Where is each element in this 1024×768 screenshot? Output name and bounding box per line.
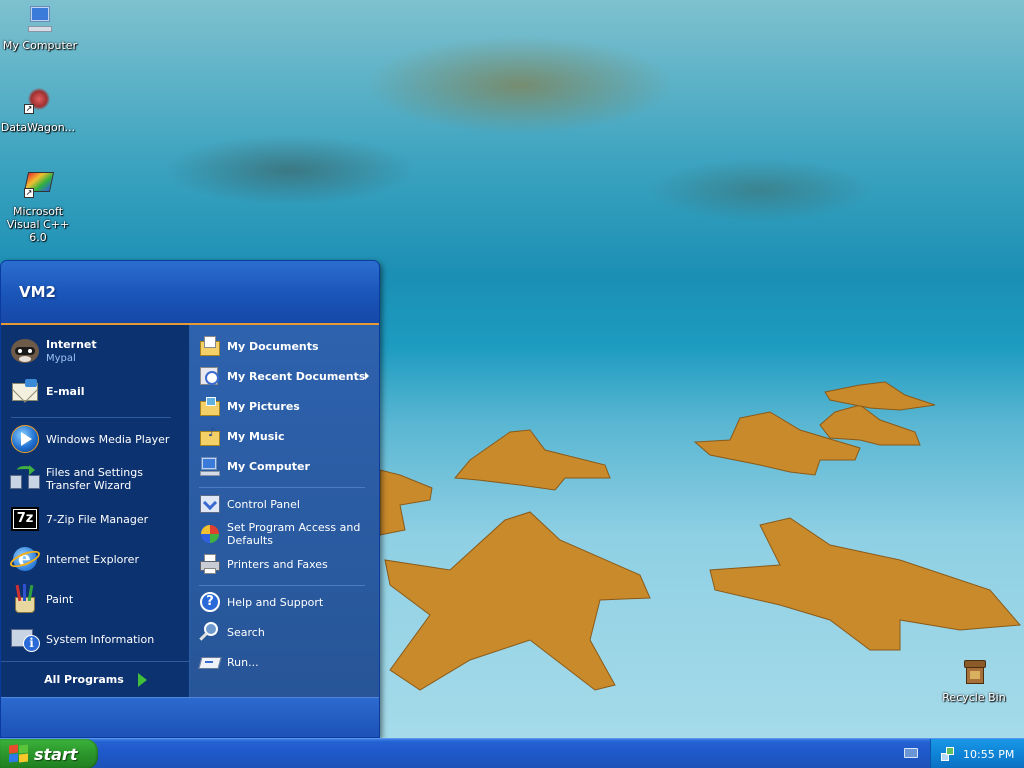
recent-documents-icon [199,365,221,387]
program-item-internet-explorer[interactable]: e Internet Explorer [7,543,185,575]
folder-documents-icon [199,335,221,357]
browser-raccoon-icon [9,335,41,367]
printer-icon [199,553,221,575]
taskbar: start 10:55 PM [0,738,1024,768]
pinned-sublabel: Mypal [46,352,76,364]
program-label: Internet Explorer [46,552,139,566]
pinned-item-internet[interactable]: Internet Mypal [9,335,185,367]
7zip-icon: 7z [9,503,41,535]
program-label: Windows Media Player [46,432,170,446]
control-panel-icon [199,493,221,515]
desktop-icon-datawagon[interactable]: ↗ DataWagon... [0,86,78,134]
paint-icon [9,583,41,615]
desktop-icon-label: Recycle Bin [942,691,1006,704]
run[interactable]: Run... [198,651,377,673]
help-icon: ? [199,591,221,613]
program-access-icon [199,523,221,545]
desktop-icon-my-computer[interactable]: My Computer [0,4,80,52]
all-programs-button[interactable]: All Programs [1,661,190,697]
help-label: Help and Support [227,595,324,609]
program-label: Files and Settings Transfer Wizard [46,466,143,492]
help-label: Run... [227,655,259,669]
place-label: My Music [227,429,285,443]
pinned-separator [11,417,171,418]
start-menu-header: VM2 [1,261,379,325]
program-label: Paint [46,592,74,606]
submenu-arrow-icon [365,372,369,380]
program-label: System Information [46,632,155,646]
setting-label: Control Panel [227,497,300,511]
setting-label: Printers and Faxes [227,557,328,571]
setting-control-panel[interactable]: Control Panel [199,493,377,515]
folder-music-icon: ♪ [199,425,221,447]
pinned-label: Internet [46,337,97,351]
setting-printers-faxes[interactable]: Printers and Faxes [199,553,377,575]
desktop-icon-label: My Computer [2,39,78,52]
green-arrow-icon [137,672,147,687]
place-my-pictures[interactable]: My Pictures [199,395,377,417]
desktop-icon-label: DataWagon... [0,121,76,134]
desktop-icon-recycle-bin[interactable]: Recycle Bin [934,656,1014,704]
help-and-support[interactable]: ? Help and Support [199,591,377,613]
place-label: My Recent Documents [227,369,366,383]
clock[interactable]: 10:55 PM [963,748,1014,761]
program-item-7zip[interactable]: 7z 7-Zip File Manager [9,503,185,535]
program-item-windows-media-player[interactable]: Windows Media Player [9,423,185,455]
setting-label: Set Program Access and Defaults [227,521,361,547]
desktop-icon-label: Microsoft Visual C++ 6.0 [6,205,70,244]
place-label: My Pictures [227,399,300,413]
program-item-paint[interactable]: Paint [9,583,185,615]
run-icon [198,651,222,673]
desktop-icon-visual-cpp[interactable]: ↗ Microsoft Visual C++ 6.0 [0,170,78,244]
start-button[interactable]: start [0,739,98,768]
search-icon [199,621,221,643]
place-my-computer[interactable]: My Computer [199,455,377,477]
recycle-bin-icon [958,656,990,688]
start-menu-footer [1,697,379,737]
keyboard-icon[interactable] [904,748,918,758]
program-item-files-settings-transfer[interactable]: Files and Settings Transfer Wizard [9,463,185,495]
folder-pictures-icon [199,395,221,417]
place-my-documents[interactable]: My Documents [199,335,377,357]
visual-cpp-icon: ↗ [22,170,55,202]
places-separator [199,487,365,488]
windows-logo-icon [9,744,29,763]
settings-separator [199,585,365,586]
internet-explorer-icon: e [7,543,43,575]
user-name: VM2 [19,283,56,301]
transfer-wizard-icon [9,463,41,495]
system-information-icon: i [9,623,41,655]
search[interactable]: Search [199,621,377,643]
help-label: Search [227,625,265,639]
email-envelope-icon [9,375,41,407]
programs-column: Internet Mypal E-mail Windows Media Play… [1,325,190,697]
place-label: My Documents [227,339,319,353]
computer-icon [24,4,56,36]
place-label: My Computer [227,459,310,473]
start-label: start [34,744,78,764]
pinned-item-email[interactable]: E-mail [9,375,185,407]
program-label: 7-Zip File Manager [46,512,149,526]
program-item-system-information[interactable]: i System Information [9,623,185,655]
computer-icon [199,455,221,477]
place-my-music[interactable]: ♪ My Music [199,425,377,447]
place-my-recent-documents[interactable]: My Recent Documents [199,365,377,387]
all-programs-label: All Programs [44,673,124,686]
network-icon[interactable] [941,747,955,761]
pinned-label: E-mail [46,384,85,398]
start-menu: VM2 Internet Mypal E-mail Windows Media … [0,260,380,738]
datawagon-icon: ↗ [22,86,54,118]
media-player-icon [9,423,41,455]
setting-program-access[interactable]: Set Program Access and Defaults [199,521,377,547]
system-tray: 10:55 PM [930,739,1024,768]
